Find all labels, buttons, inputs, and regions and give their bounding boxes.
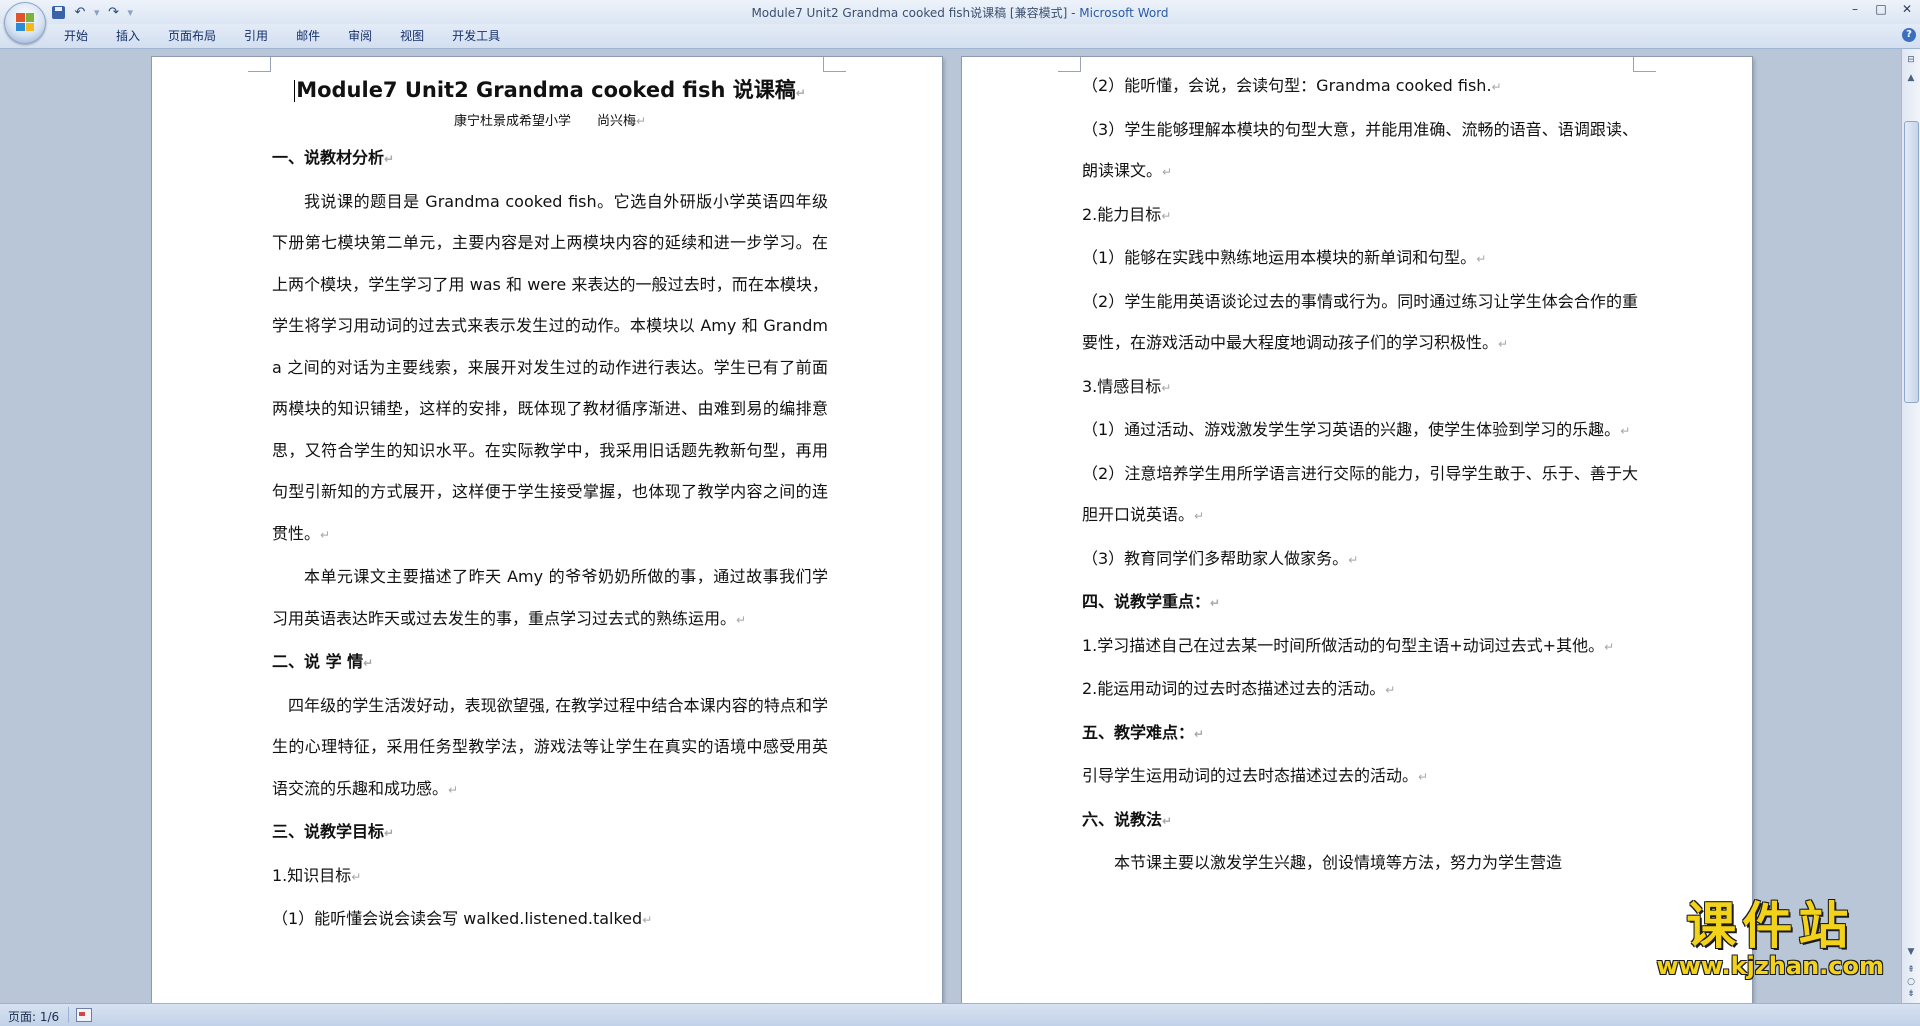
scroll-thumb[interactable] — [1904, 121, 1919, 403]
document-title: Module7 Unit2 Grandma cooked fish说课稿 [兼容… — [751, 6, 1080, 20]
body-paragraph: 我说课的题目是 Grandma cooked fish。它选自外研版小学英语四年… — [272, 191, 828, 543]
list-item: （3）教育同学们多帮助家人做家务。↵ — [1082, 548, 1359, 568]
list-item: 1.学习描述自己在过去某一时间所做活动的句型主语+动词过去式+其他。↵ — [1082, 635, 1615, 655]
subsection-heading: 3.情感目标↵ — [1082, 376, 1172, 396]
subsection-heading: 2.能力目标↵ — [1082, 204, 1172, 224]
list-item: （1）通过活动、游戏激发学生学习英语的兴趣，使学生体验到学习的乐趣。↵ — [1082, 420, 1631, 439]
list-item: （3）学生能够理解本模块的句型大意，并能用准确、流畅的语音、语调跟读、朗读课文。… — [1082, 119, 1638, 181]
tab-insert[interactable]: 插入 — [102, 28, 154, 44]
body-paragraph: 本单元课文主要描述了昨天 Amy 的爷爷奶奶所做的事，通过故事我们学习用英语表达… — [272, 567, 828, 628]
app-name: Microsoft Word — [1079, 6, 1169, 20]
ribbon-tab-bar: 开始 插入 页面布局 引用 邮件 审阅 视图 开发工具 ? — [0, 24, 1920, 49]
status-bar: 页面: 1/6 — [0, 1003, 1920, 1026]
window-controls: – □ ✕ — [1842, 0, 1920, 20]
office-button[interactable] — [4, 2, 46, 44]
section-heading: 六、说教法↵ — [1082, 809, 1173, 829]
maximize-button[interactable]: □ — [1868, 0, 1894, 18]
tab-page-layout[interactable]: 页面布局 — [154, 28, 230, 44]
subsection-heading: 1.知识目标↵ — [272, 865, 362, 885]
section-heading: 四、说教学重点：↵ — [1082, 592, 1221, 611]
document-page-2[interactable]: （2）能听懂，会说，会读句型：Grandma cooked fish.↵ （3）… — [962, 57, 1752, 1003]
tab-developer[interactable]: 开发工具 — [438, 28, 514, 44]
minimize-button[interactable]: – — [1842, 0, 1868, 18]
scroll-up-icon[interactable]: ▲ — [1904, 71, 1918, 85]
margin-corner-mark — [1058, 57, 1081, 72]
next-page-icon[interactable]: ⇟ — [1904, 987, 1918, 1001]
section-heading: 三、说教学目标↵ — [272, 822, 395, 841]
page-1-text[interactable]: Module7 Unit2 Grandma cooked fish 说课稿↵ 康… — [272, 71, 828, 942]
status-divider — [68, 1007, 69, 1023]
section-heading: 一、说教材分析↵ — [272, 148, 395, 167]
section-heading: 二、说 学 情↵ — [272, 652, 374, 671]
ribbon-tabs: 开始 插入 页面布局 引用 邮件 审阅 视图 开发工具 — [50, 28, 514, 44]
list-item: （1）能够在实践中熟练地运用本模块的新单词和句型。↵ — [1082, 248, 1487, 267]
title-bar: ↶ ▾ ↷ ▾ Module7 Unit2 Grandma cooked fis… — [0, 0, 1920, 44]
list-item: （2）学生能用英语谈论过去的事情或行为。同时通过练习让学生体会合作的重要性，在游… — [1082, 291, 1638, 353]
document-heading: Module7 Unit2 Grandma cooked fish 说课稿↵ — [294, 78, 806, 102]
page-2-text[interactable]: （2）能听懂，会说，会读句型：Grandma cooked fish.↵ （3）… — [1082, 65, 1638, 884]
window-title: Module7 Unit2 Grandma cooked fish说课稿 [兼容… — [0, 4, 1920, 21]
tab-view[interactable]: 视图 — [386, 28, 438, 44]
body-paragraph: 本节课主要以激发学生兴趣，创设情境等方法，努力为学生营造 — [1114, 853, 1563, 872]
office-logo-icon — [16, 13, 34, 31]
proofing-status-icon[interactable] — [76, 1008, 92, 1022]
tab-references[interactable]: 引用 — [230, 28, 282, 44]
ruler-toggle-icon[interactable]: ⊟ — [1904, 53, 1918, 67]
close-button[interactable]: ✕ — [1894, 0, 1920, 18]
list-item: （1）能听懂会说会读会写 walked.listened.talked↵ — [272, 909, 653, 928]
margin-corner-mark — [248, 57, 271, 72]
scroll-down-icon[interactable]: ▼ — [1904, 945, 1918, 959]
list-item: （2）能听懂，会说，会读句型：Grandma cooked fish.↵ — [1082, 76, 1502, 95]
body-paragraph: 四年级的学生活泼好动，表现欲望强, 在教学过程中结合本课内容的特点和学生的心理特… — [272, 695, 828, 798]
document-author-line: 康宁杜景成希望小学 尚兴梅↵ — [453, 114, 647, 129]
page-count-status[interactable]: 页面: 1/6 — [8, 1008, 59, 1025]
section-heading: 五、教学难点：↵ — [1082, 722, 1205, 742]
help-icon[interactable]: ? — [1902, 28, 1916, 42]
document-page-1[interactable]: Module7 Unit2 Grandma cooked fish 说课稿↵ 康… — [152, 57, 942, 1003]
document-workspace: Module7 Unit2 Grandma cooked fish 说课稿↵ 康… — [0, 49, 1902, 1003]
list-item: 2.能运用动词的过去时态描述过去的活动。↵ — [1082, 679, 1396, 698]
tab-review[interactable]: 审阅 — [334, 28, 386, 44]
tab-home[interactable]: 开始 — [50, 28, 102, 44]
margin-corner-mark — [823, 57, 846, 72]
vertical-scrollbar[interactable]: ⊟ ▲ ▼ ⇞ ○ ⇟ — [1901, 49, 1920, 1003]
list-item: （2）注意培养学生用所学语言进行交际的能力，引导学生敢于、乐于、善于大胆开口说英… — [1082, 463, 1638, 525]
body-paragraph: 引导学生运用动词的过去时态描述过去的活动。↵ — [1082, 766, 1429, 785]
tab-mailings[interactable]: 邮件 — [282, 28, 334, 44]
